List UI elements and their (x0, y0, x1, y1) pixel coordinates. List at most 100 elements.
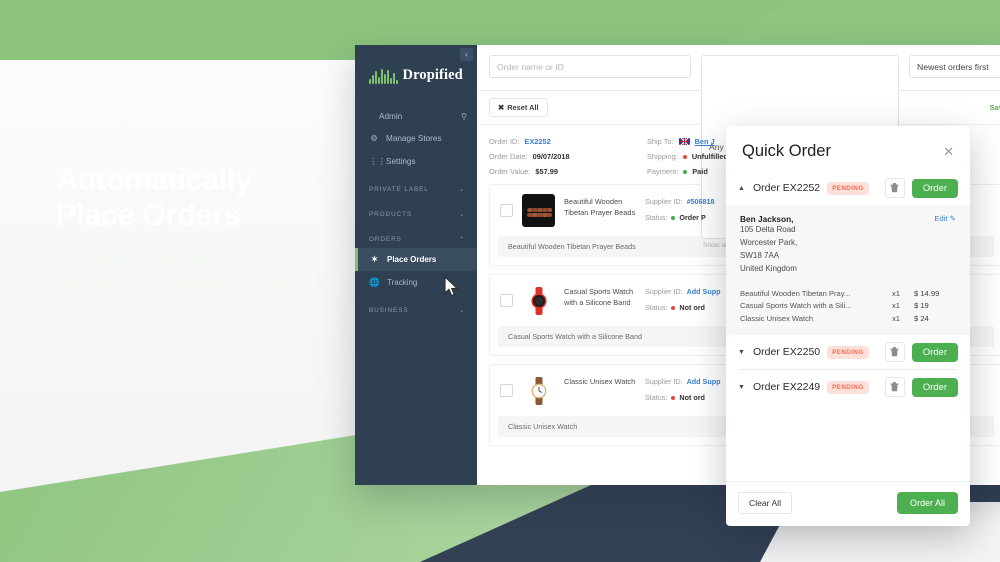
save-link[interactable]: Sav (989, 103, 1000, 112)
quick-order-row[interactable]: ▲ Order EX2252 PENDING Order (726, 171, 970, 205)
order-date-value: 09/07/2018 (532, 152, 570, 161)
chevron-up-icon: ⌃ (459, 237, 465, 243)
line-item: Classic Unisex Watch x1 $ 24 (740, 313, 956, 326)
order-id-label: Order ID: (489, 137, 520, 146)
edit-address-link[interactable]: Edit ✎ (934, 214, 956, 223)
search-input[interactable]: Order name or ID (489, 55, 691, 78)
delete-order-button[interactable] (884, 342, 905, 363)
product-name: Beautiful Wooden Tibetan Prayer Beads (564, 197, 636, 218)
product-status-label: Status: (645, 303, 668, 312)
ship-to-label: Ship To: (647, 137, 674, 146)
supplier-label: Supplier ID: (645, 197, 683, 206)
product-thumbnail (522, 284, 555, 317)
chevron-down-icon: ⌄ (459, 212, 465, 218)
quick-order-label: Order EX2252 (753, 182, 821, 194)
promo-subheadline: Knock out your order queue with the clic… (56, 250, 356, 298)
order-id-value[interactable]: EX2252 (524, 137, 550, 146)
quick-order-row[interactable]: ▼ Order EX2250 PENDING Order (726, 335, 970, 369)
clear-all-button[interactable]: Clear All (738, 492, 792, 514)
sidebar-item-settings[interactable]: ⋮⋮ Settings (355, 150, 477, 173)
line-item-qty: x1 (892, 313, 901, 323)
chevron-down-icon[interactable]: ▼ (738, 384, 746, 391)
sidebar-item-label: Tracking (387, 278, 418, 287)
sports-watch-icon (530, 286, 547, 315)
sort-value: Newest orders first (917, 61, 989, 72)
sidebar-section-orders[interactable]: ORDERS ⌃ (355, 223, 477, 248)
quick-order-row[interactable]: ▼ Order EX2249 PENDING Order (726, 370, 970, 404)
close-icon: ✖ (498, 103, 505, 112)
supplier-row: Supplier ID: Add Supp (645, 287, 721, 296)
sidebar-section-private-label[interactable]: PRIVATE LABEL ⌄ (355, 173, 477, 198)
order-value-value: $57.99 (535, 167, 558, 176)
sidebar-section-label: BUSINESS (369, 307, 409, 314)
order-button[interactable]: Order (911, 377, 958, 397)
line-item-qty: x1 (892, 301, 901, 311)
product-status-row: Status: Order P (645, 213, 715, 222)
search-icon[interactable]: ⚲ (461, 112, 467, 121)
chevron-down-icon[interactable]: ▼ (738, 349, 746, 356)
order-value-row: Order Value: $57.99 (489, 167, 629, 176)
product-thumbnail (522, 194, 555, 227)
sidebar-item-place-orders[interactable]: ✶ Place Orders (355, 248, 477, 297)
order-button[interactable]: Order (911, 342, 958, 362)
status-badge: PENDING (827, 181, 869, 195)
order-date-label: Order Date: (489, 152, 528, 161)
sidebar-item-label: Settings (386, 157, 416, 166)
order-id-row: Order ID: EX2252 (489, 137, 629, 146)
supplier-value[interactable]: Add Supp (687, 377, 721, 386)
quick-order-title: Quick Order (742, 142, 831, 160)
target-icon: ✶ (370, 254, 379, 264)
address-line: 105 Delta Road (740, 225, 796, 234)
uk-flag-icon (678, 138, 690, 145)
sidebar-section-business[interactable]: BUSINESS ⌄ (355, 294, 477, 319)
prayer-beads-icon (526, 207, 552, 217)
supplier-value[interactable]: #506818 (687, 197, 715, 206)
ship-to-value[interactable]: Ben J (695, 137, 715, 146)
order-date-row: Order Date: 09/07/2018 (489, 152, 629, 161)
promo-sub-line1: Knock out your order queue (56, 252, 260, 271)
product-checkbox[interactable] (500, 384, 513, 397)
product-checkbox[interactable] (500, 294, 513, 307)
reset-all-button[interactable]: ✖ Reset All (489, 98, 548, 117)
product-meta: Supplier ID: #506818 Status: Order P (645, 194, 715, 222)
chevron-up-icon[interactable]: ▲ (738, 185, 746, 192)
ship-to-row: Ship To: Ben J (647, 137, 728, 146)
sidebar-section-products[interactable]: PRODUCTS ⌄ (355, 198, 477, 223)
product-status-value: Not ord (679, 393, 705, 402)
product-meta: Supplier ID: Add Supp Status: Not ord (645, 374, 721, 402)
sort-select[interactable]: Newest orders first (909, 55, 1000, 78)
delete-order-button[interactable] (884, 178, 905, 198)
sidebar-collapse-button[interactable]: ‹ (460, 48, 473, 61)
sidebar-item-manage-stores[interactable]: ⚙ Manage Stores (355, 127, 477, 150)
promo-screenshot: Automatically Place Orders Knock out you… (0, 0, 1000, 562)
line-item: Beautiful Wooden Tibetan Pray... x1 $ 14… (740, 288, 956, 301)
classic-watch-icon (531, 376, 546, 405)
order-button[interactable]: Order (911, 178, 958, 198)
pencil-icon: ✎ (949, 214, 956, 223)
status-dot-icon (671, 215, 676, 220)
status-dot-icon (671, 395, 676, 400)
shipping-value: Unfulfilled (691, 152, 728, 161)
close-icon[interactable]: ✕ (943, 145, 954, 158)
sidebar-item-tracking[interactable]: 🌐 Tracking (355, 271, 477, 294)
order-all-button[interactable]: Order All (896, 492, 958, 514)
line-item-name: Classic Unisex Watch (740, 313, 814, 323)
product-checkbox[interactable] (500, 204, 513, 217)
sidebar-item-admin[interactable]: Admin ⚲ (355, 106, 477, 127)
supplier-value[interactable]: Add Supp (687, 287, 721, 296)
chevron-down-icon: ⌄ (459, 187, 465, 193)
sidebar-section-label: ORDERS (369, 236, 402, 243)
address-line: Worcester Park, (740, 237, 798, 247)
shipping-address: Ben Jackson, Edit ✎ 105 Delta Road Worce… (726, 205, 970, 286)
delete-order-button[interactable] (884, 377, 905, 398)
product-thumbnail (522, 374, 555, 407)
status-badge: PENDING (827, 345, 869, 359)
brand-name: Dropified (402, 67, 463, 83)
address-header: Ben Jackson, Edit ✎ (740, 214, 956, 224)
order-meta-left: Order ID: EX2252 Order Date: 09/07/2018 … (489, 137, 629, 176)
sidebar-section-label: PRODUCTS (369, 211, 413, 218)
status-badge: PENDING (827, 380, 869, 394)
product-status-value: Not ord (679, 303, 705, 312)
reset-all-label: Reset All (507, 103, 539, 112)
edit-label: Edit (934, 214, 948, 223)
